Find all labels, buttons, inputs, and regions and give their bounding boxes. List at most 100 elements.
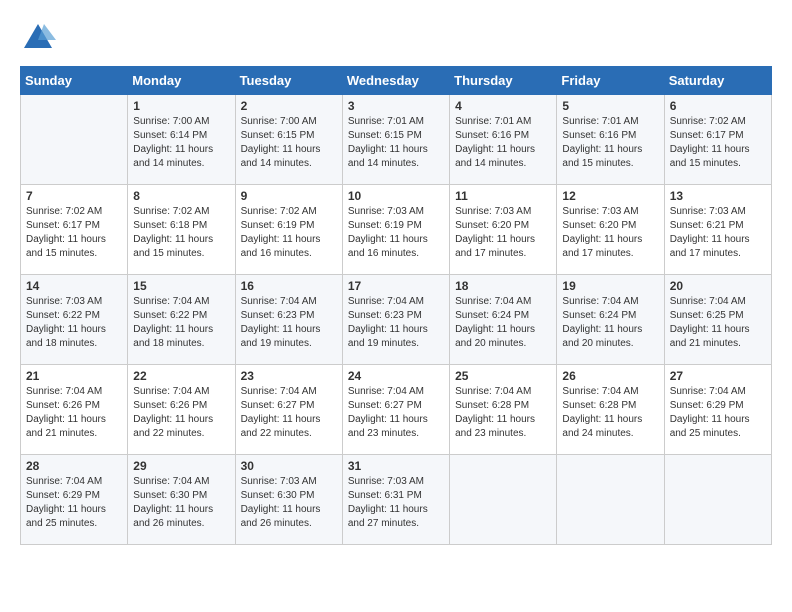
day-info: Sunrise: 7:04 AMSunset: 6:27 PMDaylight:… [348, 385, 444, 441]
day-info: Sunrise: 7:04 AMSunset: 6:28 PMDaylight:… [455, 385, 551, 441]
calendar-cell: 11Sunrise: 7:03 AMSunset: 6:20 PMDayligh… [450, 185, 557, 275]
day-number: 23 [241, 369, 337, 383]
day-number: 18 [455, 279, 551, 293]
day-number: 3 [348, 99, 444, 113]
day-info: Sunrise: 7:04 AMSunset: 6:29 PMDaylight:… [670, 385, 766, 441]
calendar-cell: 14 Sunrise: 7:03 AMSunset: 6:22 PMDayligh… [21, 275, 128, 365]
day-info: Sunrise: 7:04 AMSunset: 6:24 PMDaylight:… [562, 295, 658, 351]
day-info: Sunrise: 7:01 AMSunset: 6:16 PMDaylight:… [562, 115, 658, 171]
calendar-cell: 29 Sunrise: 7:04 AMSunset: 6:30 PMDayligh… [128, 455, 235, 545]
calendar-cell: 5 Sunrise: 7:01 AMSunset: 6:16 PMDaylight… [557, 95, 664, 185]
day-info: Sunrise: 7:04 AMSunset: 6:22 PMDaylight:… [133, 295, 229, 351]
calendar-cell: 25 Sunrise: 7:04 AMSunset: 6:28 PMDayligh… [450, 365, 557, 455]
day-info: Sunrise: 7:02 AMSunset: 6:19 PMDaylight:… [241, 205, 337, 261]
day-info: Sunrise: 7:03 AMSunset: 6:20 PMDaylight:… [562, 205, 658, 261]
calendar-cell: 9 Sunrise: 7:02 AMSunset: 6:19 PMDaylight… [235, 185, 342, 275]
day-info: Sunrise: 7:02 AMSunset: 6:17 PMDaylight:… [26, 205, 122, 261]
day-number: 9 [241, 189, 337, 203]
calendar-cell: 6 Sunrise: 7:02 AMSunset: 6:17 PMDaylight… [664, 95, 771, 185]
day-number: 21 [26, 369, 122, 383]
day-info: Sunrise: 7:03 AMSunset: 6:31 PMDaylight:… [348, 475, 444, 531]
calendar-cell: 30 Sunrise: 7:03 AMSunset: 6:30 PMDayligh… [235, 455, 342, 545]
calendar-cell: 24 Sunrise: 7:04 AMSunset: 6:27 PMDayligh… [342, 365, 449, 455]
header-row: SundayMondayTuesdayWednesdayThursdayFrid… [21, 67, 772, 95]
calendar-cell: 23 Sunrise: 7:04 AMSunset: 6:27 PMDayligh… [235, 365, 342, 455]
day-info: Sunrise: 7:03 AMSunset: 6:19 PMDaylight:… [348, 205, 444, 261]
day-info: Sunrise: 7:01 AMSunset: 6:16 PMDaylight:… [455, 115, 551, 171]
day-info: Sunrise: 7:03 AMSunset: 6:30 PMDaylight:… [241, 475, 337, 531]
calendar-cell [21, 95, 128, 185]
calendar-cell: 16 Sunrise: 7:04 AMSunset: 6:23 PMDayligh… [235, 275, 342, 365]
day-info: Sunrise: 7:04 AMSunset: 6:27 PMDaylight:… [241, 385, 337, 441]
day-number: 8 [133, 189, 229, 203]
day-number: 10 [348, 189, 444, 203]
day-number: 27 [670, 369, 766, 383]
week-row-5: 28 Sunrise: 7:04 AMSunset: 6:29 PMDayligh… [21, 455, 772, 545]
calendar-cell: 27 Sunrise: 7:04 AMSunset: 6:29 PMDayligh… [664, 365, 771, 455]
day-number: 1 [133, 99, 229, 113]
calendar-cell: 28 Sunrise: 7:04 AMSunset: 6:29 PMDayligh… [21, 455, 128, 545]
day-number: 29 [133, 459, 229, 473]
day-info: Sunrise: 7:03 AMSunset: 6:20 PMDaylight:… [455, 205, 551, 261]
calendar-cell: 4 Sunrise: 7:01 AMSunset: 6:16 PMDaylight… [450, 95, 557, 185]
calendar-cell: 22Sunrise: 7:04 AMSunset: 6:26 PMDayligh… [128, 365, 235, 455]
day-info: Sunrise: 7:02 AMSunset: 6:18 PMDaylight:… [133, 205, 229, 261]
calendar-cell: 18 Sunrise: 7:04 AMSunset: 6:24 PMDayligh… [450, 275, 557, 365]
calendar-cell: 13 Sunrise: 7:03 AMSunset: 6:21 PMDayligh… [664, 185, 771, 275]
col-header-saturday: Saturday [664, 67, 771, 95]
day-number: 16 [241, 279, 337, 293]
col-header-sunday: Sunday [21, 67, 128, 95]
calendar-cell [664, 455, 771, 545]
day-number: 24 [348, 369, 444, 383]
calendar-cell: 19 Sunrise: 7:04 AMSunset: 6:24 PMDayligh… [557, 275, 664, 365]
week-row-1: 1Sunrise: 7:00 AMSunset: 6:14 PMDaylight… [21, 95, 772, 185]
week-row-3: 14 Sunrise: 7:03 AMSunset: 6:22 PMDayligh… [21, 275, 772, 365]
calendar-cell: 8 Sunrise: 7:02 AMSunset: 6:18 PMDaylight… [128, 185, 235, 275]
day-number: 15 [133, 279, 229, 293]
day-info: Sunrise: 7:03 AMSunset: 6:21 PMDaylight:… [670, 205, 766, 261]
day-number: 5 [562, 99, 658, 113]
day-info: Sunrise: 7:03 AMSunset: 6:22 PMDaylight:… [26, 295, 122, 351]
calendar-cell: 7Sunrise: 7:02 AMSunset: 6:17 PMDaylight… [21, 185, 128, 275]
day-number: 4 [455, 99, 551, 113]
day-info: Sunrise: 7:04 AMSunset: 6:23 PMDaylight:… [348, 295, 444, 351]
day-info: Sunrise: 7:04 AMSunset: 6:30 PMDaylight:… [133, 475, 229, 531]
day-info: Sunrise: 7:04 AMSunset: 6:24 PMDaylight:… [455, 295, 551, 351]
col-header-monday: Monday [128, 67, 235, 95]
calendar-cell [557, 455, 664, 545]
calendar-cell: 31 Sunrise: 7:03 AMSunset: 6:31 PMDayligh… [342, 455, 449, 545]
calendar-cell [450, 455, 557, 545]
day-number: 17 [348, 279, 444, 293]
day-number: 30 [241, 459, 337, 473]
day-info: Sunrise: 7:04 AMSunset: 6:26 PMDaylight:… [26, 385, 122, 441]
page-header [20, 20, 772, 56]
calendar-cell: 15 Sunrise: 7:04 AMSunset: 6:22 PMDayligh… [128, 275, 235, 365]
calendar-cell: 20 Sunrise: 7:04 AMSunset: 6:25 PMDayligh… [664, 275, 771, 365]
calendar-cell: 10 Sunrise: 7:03 AMSunset: 6:19 PMDayligh… [342, 185, 449, 275]
day-number: 14 [26, 279, 122, 293]
calendar-cell: 1Sunrise: 7:00 AMSunset: 6:14 PMDaylight… [128, 95, 235, 185]
col-header-wednesday: Wednesday [342, 67, 449, 95]
day-info: Sunrise: 7:01 AMSunset: 6:15 PMDaylight:… [348, 115, 444, 171]
day-number: 2 [241, 99, 337, 113]
day-number: 22 [133, 369, 229, 383]
calendar-cell: 26 Sunrise: 7:04 AMSunset: 6:28 PMDayligh… [557, 365, 664, 455]
day-number: 6 [670, 99, 766, 113]
day-info: Sunrise: 7:00 AMSunset: 6:15 PMDaylight:… [241, 115, 337, 171]
day-info: Sunrise: 7:04 AMSunset: 6:25 PMDaylight:… [670, 295, 766, 351]
day-number: 25 [455, 369, 551, 383]
day-info: Sunrise: 7:02 AMSunset: 6:17 PMDaylight:… [670, 115, 766, 171]
day-info: Sunrise: 7:04 AMSunset: 6:28 PMDaylight:… [562, 385, 658, 441]
day-info: Sunrise: 7:04 AMSunset: 6:29 PMDaylight:… [26, 475, 122, 531]
day-number: 20 [670, 279, 766, 293]
day-number: 26 [562, 369, 658, 383]
calendar-cell: 2 Sunrise: 7:00 AMSunset: 6:15 PMDaylight… [235, 95, 342, 185]
calendar-table: SundayMondayTuesdayWednesdayThursdayFrid… [20, 66, 772, 545]
calendar-cell: 21 Sunrise: 7:04 AMSunset: 6:26 PMDayligh… [21, 365, 128, 455]
day-number: 19 [562, 279, 658, 293]
day-number: 28 [26, 459, 122, 473]
day-number: 31 [348, 459, 444, 473]
day-info: Sunrise: 7:04 AMSunset: 6:23 PMDaylight:… [241, 295, 337, 351]
day-number: 13 [670, 189, 766, 203]
col-header-friday: Friday [557, 67, 664, 95]
